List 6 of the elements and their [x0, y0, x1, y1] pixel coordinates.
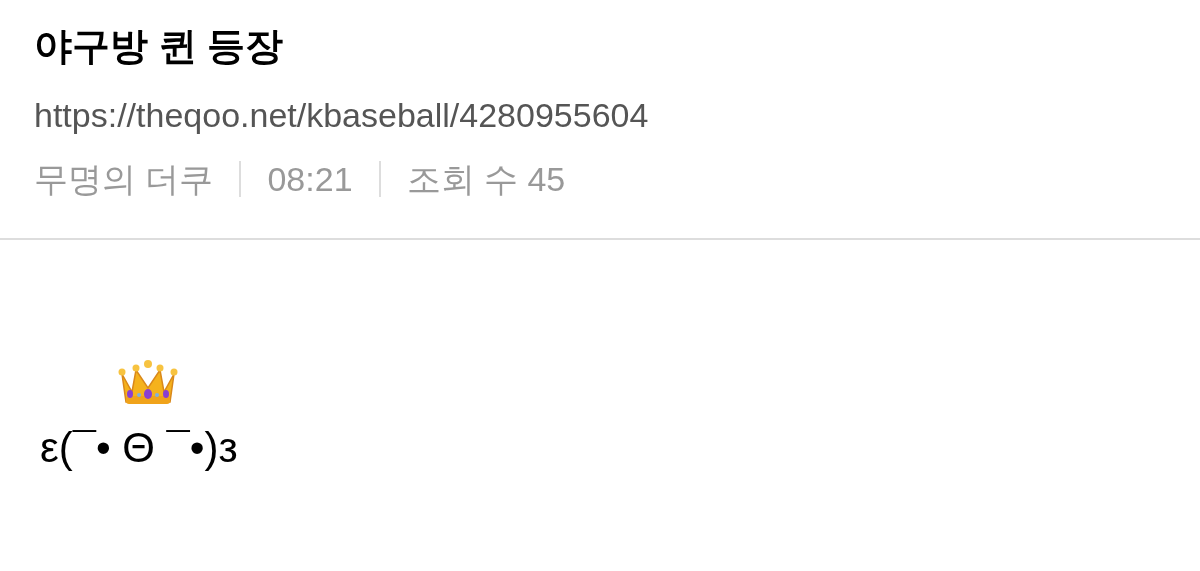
post-meta: 무명의 더쿠 — [34, 159, 214, 200]
kaomoji-text: ε(¯• Θ ¯•)з — [40, 423, 239, 473]
post-meta: 조회 수 45 — [406, 159, 566, 200]
post-title: 야구방 퀸 등장 — [34, 24, 285, 69]
post-meta: 08:21 — [267, 159, 353, 200]
post-url[interactable]: https://theqoo.net/kbaseball/4280955604 — [34, 92, 1166, 138]
